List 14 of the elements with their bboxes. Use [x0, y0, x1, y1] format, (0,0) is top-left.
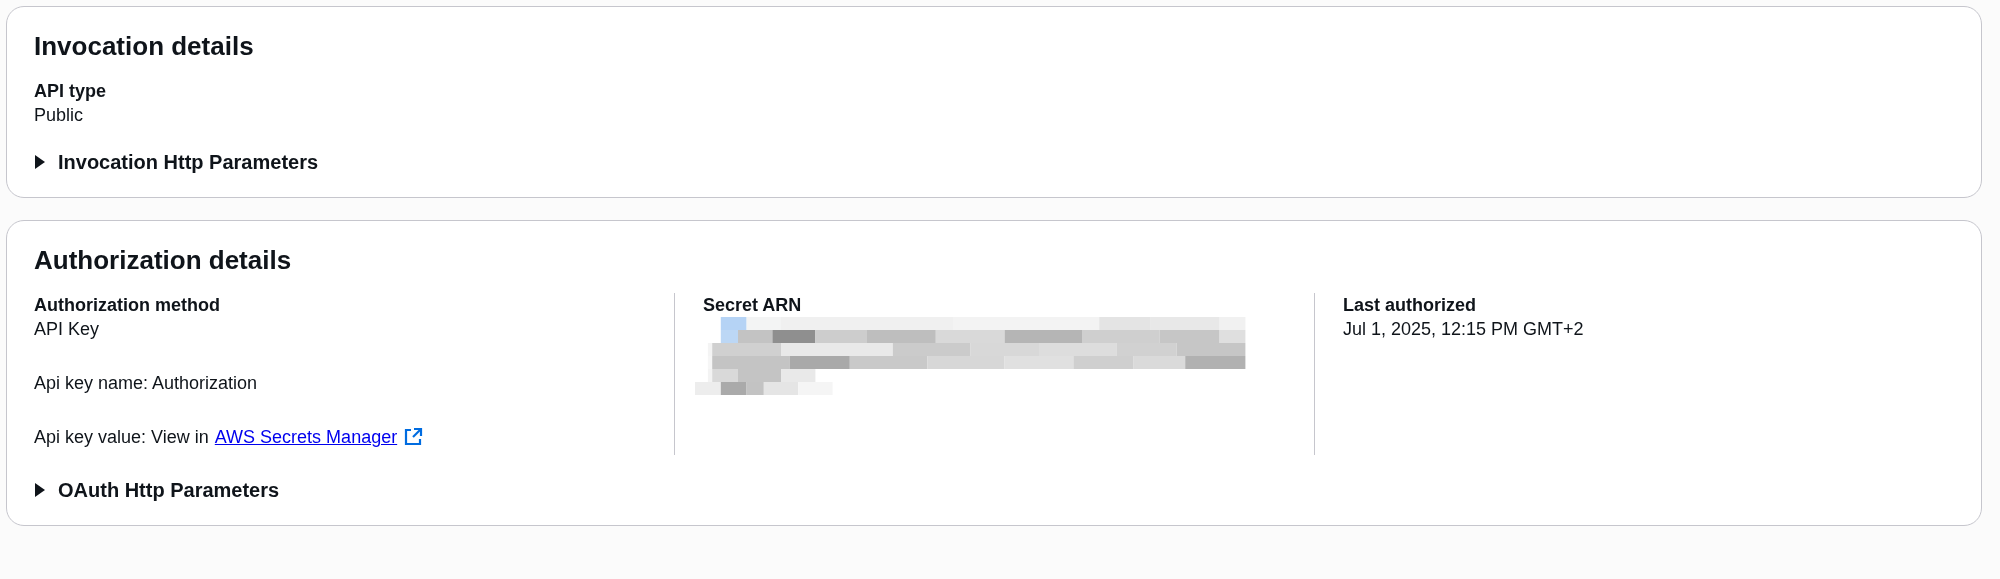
field-value: API Key	[34, 318, 100, 341]
field-value: Api key value: View in	[34, 426, 209, 449]
section-title: Authorization details	[34, 244, 293, 277]
expander-toggle[interactable]: Invocation Http Parameters	[34, 149, 319, 175]
section-title: Invocation details	[34, 30, 255, 63]
expander-toggle[interactable]: OAuth Http Parameters	[34, 477, 280, 503]
field-label: Last authorized	[1343, 294, 1477, 317]
field-label: Authorization method	[34, 294, 221, 317]
field-label: Secret ARN	[703, 294, 803, 317]
field-label: API type	[34, 80, 108, 103]
secrets-manager-link[interactable]: AWS Secrets Manager	[214, 425, 398, 449]
field-value: Public	[34, 104, 84, 127]
field-value: Api key name: Authorization	[34, 372, 258, 395]
field-value: Jul 1, 2025, 12:15 PM GMT+2	[1343, 318, 1584, 341]
